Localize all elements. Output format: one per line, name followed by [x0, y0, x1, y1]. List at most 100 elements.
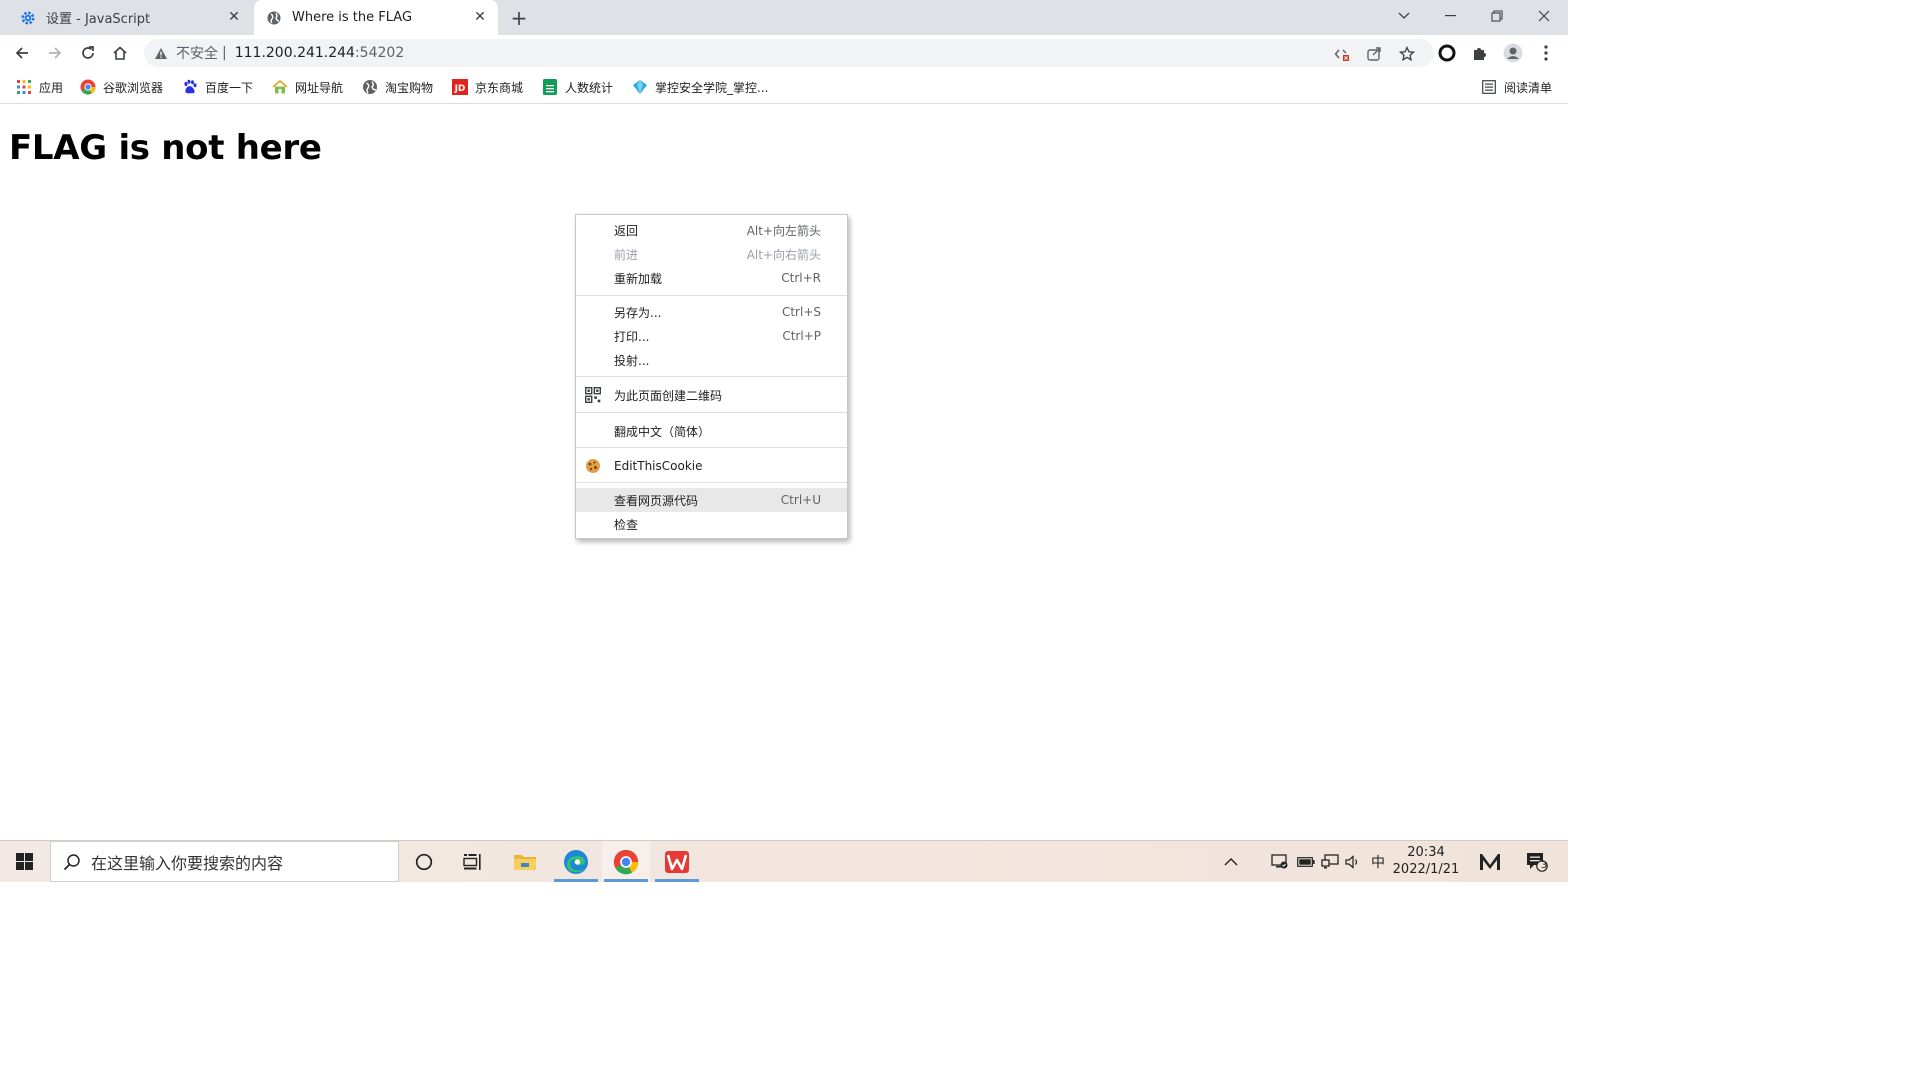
edge-icon: [564, 849, 588, 874]
globe-icon: [266, 10, 282, 26]
sheet-icon: [542, 79, 558, 95]
reading-list-button[interactable]: 阅读清单: [1481, 79, 1552, 95]
tray-app-button[interactable]: [1474, 841, 1506, 882]
menu-separator: [576, 482, 847, 483]
kebab-menu-icon: [1544, 45, 1548, 61]
cookie-icon: [585, 458, 601, 474]
forward-button[interactable]: [43, 41, 67, 65]
file-explorer-button[interactable]: [501, 841, 549, 882]
shield-diamond-icon: [632, 79, 648, 95]
start-button[interactable]: [0, 841, 48, 882]
bookmark-star-icon[interactable]: [1398, 45, 1416, 63]
chrome-icon: [613, 849, 639, 874]
security-label[interactable]: 不安全: [176, 43, 218, 63]
chrome-icon: [80, 79, 96, 95]
task-view-button[interactable]: [449, 841, 497, 882]
tray-volume-button[interactable]: [1342, 841, 1364, 882]
address-bar[interactable]: 不安全 | 111.200.241.244:54202: [144, 39, 1434, 67]
house-icon: [272, 79, 288, 95]
menu-item-cast[interactable]: 投射...: [576, 348, 847, 372]
bookmark-url-nav[interactable]: 网址导航: [272, 79, 343, 95]
restore-button[interactable]: [1474, 0, 1520, 32]
folder-icon: [514, 854, 536, 870]
bookmark-chrome[interactable]: 谷歌浏览器: [80, 79, 163, 95]
chrome-taskbar-button[interactable]: [602, 841, 650, 882]
menu-item-inspect[interactable]: 检查: [576, 512, 847, 536]
bookmark-zkaq[interactable]: 掌控安全学院_掌控...: [632, 79, 768, 95]
back-button[interactable]: [10, 41, 34, 65]
menu-item-save-as[interactable]: 另存为... Ctrl+S: [576, 300, 847, 324]
restore-icon: [1491, 10, 1503, 22]
windows-logo-icon: [15, 853, 33, 870]
tray-ime-button[interactable]: 中: [1366, 841, 1390, 882]
gear-icon: [20, 10, 36, 26]
menu-item-create-qr[interactable]: 为此页面创建二维码: [576, 383, 847, 407]
close-icon: [1538, 10, 1550, 22]
bookmark-label: 人数统计: [565, 80, 614, 95]
url-port: :54202: [354, 45, 405, 61]
menu-item-editthiscookie[interactable]: EditThisCookie: [576, 454, 847, 478]
cortana-ring-icon: [415, 853, 433, 870]
bookmark-label: 京东商城: [475, 80, 524, 95]
arrow-right-icon: [49, 47, 62, 59]
tab-search-button[interactable]: [1381, 0, 1427, 32]
wps-icon: [665, 850, 689, 873]
blocked-popup-icon[interactable]: [1333, 45, 1351, 63]
arrow-left-icon: [15, 47, 28, 59]
extension-ring-button[interactable]: [1435, 41, 1459, 65]
tab-close-icon[interactable]: ✕: [472, 9, 488, 25]
action-center-button[interactable]: 3: [1520, 841, 1554, 882]
tray-overflow-button[interactable]: [1218, 841, 1244, 882]
search-placeholder: 在这里输入你要搜索的内容: [91, 853, 284, 873]
extensions-button[interactable]: [1468, 41, 1492, 65]
menu-separator: [576, 447, 847, 448]
bookmark-jd[interactable]: JD 京东商城: [452, 79, 523, 95]
minimize-button[interactable]: [1427, 0, 1473, 32]
jd-icon: JD: [452, 79, 468, 95]
bookmark-baidu[interactable]: 百度一下: [182, 79, 253, 95]
reload-button[interactable]: [76, 41, 100, 65]
ring-extension-icon: [1438, 44, 1456, 62]
share-icon[interactable]: [1365, 45, 1383, 63]
taskbar-clock[interactable]: 20:34 2022/1/21: [1392, 844, 1460, 878]
bookmark-label: 淘宝购物: [385, 80, 434, 95]
speaker-icon: [1345, 854, 1358, 869]
menu-item-translate[interactable]: 翻成中文（简体）: [576, 419, 847, 443]
chevron-up-icon: [1224, 857, 1238, 865]
bookmark-apps[interactable]: 应用: [16, 79, 63, 95]
menu-item-view-source[interactable]: 查看网页源代码 Ctrl+U: [576, 488, 847, 512]
tab-close-icon[interactable]: ✕: [226, 9, 242, 25]
clock-time: 20:34: [1407, 845, 1445, 860]
bookmark-label: 百度一下: [205, 80, 254, 95]
tray-network-button[interactable]: [1318, 841, 1342, 882]
tray-battery-button[interactable]: [1294, 841, 1318, 882]
menu-separator: [576, 412, 847, 413]
menu-button[interactable]: [1534, 41, 1558, 65]
home-button[interactable]: [108, 41, 132, 65]
bookmark-statistics[interactable]: 人数统计: [542, 79, 613, 95]
profile-button[interactable]: [1501, 41, 1525, 65]
new-tab-button[interactable]: +: [508, 7, 530, 29]
tab-title: Where is the FLAG: [292, 10, 413, 25]
close-window-button[interactable]: [1521, 0, 1567, 32]
windows-taskbar: 在这里输入你要搜索的内容 中 20:34 2022/1/21 3: [0, 840, 1568, 882]
menu-item-back[interactable]: 返回 Alt+向左箭头: [576, 218, 847, 242]
tray-security-icon-button[interactable]: [1268, 841, 1292, 882]
tab-strip: 设置 - JavaScript ✕ Where is the FLAG ✕ +: [0, 0, 1568, 35]
edge-taskbar-button[interactable]: [552, 841, 600, 882]
address-separator: |: [222, 45, 227, 61]
menu-item-reload[interactable]: 重新加载 Ctrl+R: [576, 266, 847, 290]
wps-taskbar-button[interactable]: [653, 841, 701, 882]
context-menu: 返回 Alt+向左箭头 前进 Alt+向右箭头 重新加载 Ctrl+R 另存为.…: [575, 214, 848, 539]
bookmark-taobao[interactable]: 淘宝购物: [362, 79, 433, 95]
cortana-button[interactable]: [400, 841, 448, 882]
warning-triangle-icon[interactable]: [154, 47, 170, 60]
apps-grid-icon: [16, 79, 32, 95]
bookmarks-bar: 应用 谷歌浏览器 百度一下 网址导航 淘宝购物 JD 京东商城 人数统计 掌控安…: [0, 71, 1568, 104]
menu-item-print[interactable]: 打印... Ctrl+P: [576, 324, 847, 348]
menu-item-forward[interactable]: 前进 Alt+向右箭头: [576, 242, 847, 266]
tab-where-is-the-flag[interactable]: Where is the FLAG ✕: [254, 0, 498, 35]
taskbar-search-box[interactable]: 在这里输入你要搜索的内容: [50, 841, 399, 882]
browser-toolbar: 不安全 | 111.200.241.244:54202: [0, 35, 1568, 71]
tab-settings[interactable]: 设置 - JavaScript ✕: [8, 0, 252, 35]
